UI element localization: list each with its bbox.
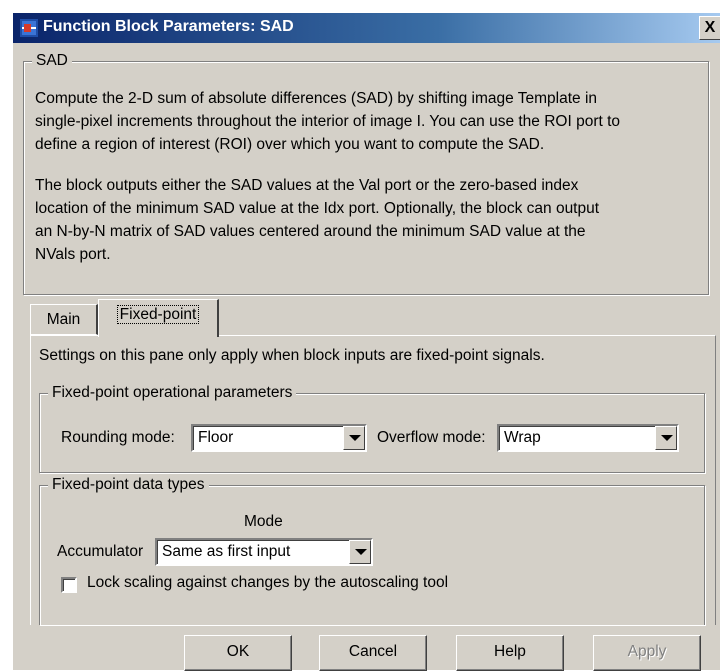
- help-button[interactable]: Help: [456, 635, 564, 671]
- description-line: an N-by-N matrix of SAD values centered …: [35, 223, 586, 240]
- description-line: NVals port.: [35, 246, 111, 263]
- description-line: Compute the 2-D sum of absolute differen…: [35, 90, 598, 107]
- description-line: location of the minimum SAD value at the…: [35, 200, 600, 217]
- tab-fixed-point[interactable]: Fixed-point: [98, 299, 219, 337]
- title-bar[interactable]: Function Block Parameters: SAD X: [13, 13, 720, 43]
- apply-button: Apply: [593, 635, 701, 671]
- tab-fixed-point-label: Fixed-point: [116, 305, 200, 324]
- description-line: single-pixel increments throughout the i…: [35, 113, 621, 130]
- description-paragraph-1: Compute the 2-D sum of absolute differen…: [35, 87, 695, 156]
- simulink-block-icon: [20, 19, 38, 37]
- description-group-label: SAD: [32, 52, 72, 70]
- description-line: The block outputs either the SAD values …: [35, 177, 579, 194]
- cancel-button[interactable]: Cancel: [319, 635, 427, 671]
- window-title: Function Block Parameters: SAD: [43, 18, 294, 35]
- tab-main-label: Main: [46, 311, 81, 328]
- description-line: define a region of interest (ROI) over w…: [35, 136, 545, 153]
- description-paragraph-2: The block outputs either the SAD values …: [35, 174, 695, 266]
- cancel-button-label: Cancel: [348, 643, 398, 660]
- dialog-window: Function Block Parameters: SAD X SAD Com…: [12, 12, 720, 671]
- close-icon[interactable]: X: [699, 16, 720, 40]
- fixed-point-panel: [30, 335, 716, 625]
- apply-button-label: Apply: [627, 643, 667, 660]
- ok-button[interactable]: OK: [184, 635, 292, 671]
- tab-main[interactable]: Main: [30, 304, 98, 335]
- help-button-label: Help: [494, 643, 526, 660]
- ok-button-label: OK: [226, 643, 250, 660]
